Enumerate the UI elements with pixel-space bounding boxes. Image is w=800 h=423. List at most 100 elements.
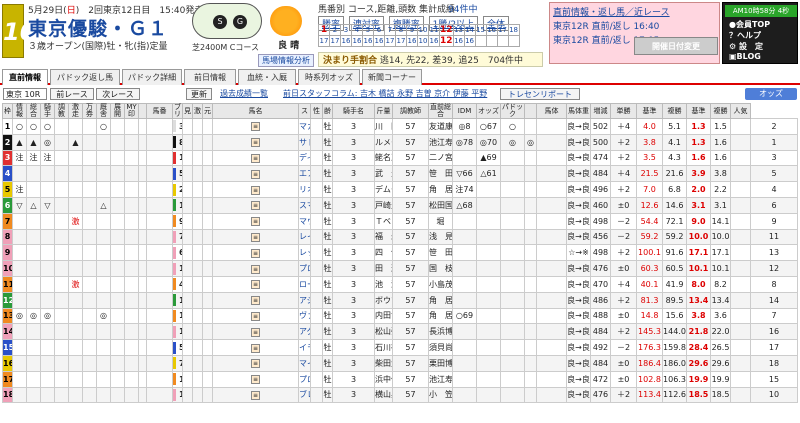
- horse-name[interactable]: レッドエルディスト: [298, 244, 311, 262]
- table-row[interactable]: 5注2≡リオンディーズ牡3デムー57角 居注74良→良496＋27.06.82.…: [2, 181, 798, 198]
- column-header[interactable]: 人気: [730, 103, 751, 119]
- horse-name[interactable]: アジュールローズ: [298, 291, 311, 309]
- horse-name[interactable]: ロードクエスト: [298, 275, 311, 293]
- column-header[interactable]: オッズ: [476, 103, 501, 119]
- moto-cell[interactable]: ≡: [212, 133, 299, 151]
- column-header[interactable]: 激: [192, 103, 203, 119]
- column-header[interactable]: 調教師: [392, 103, 429, 119]
- moto-cell[interactable]: ≡: [212, 212, 299, 230]
- moto-cell[interactable]: ≡: [212, 228, 299, 246]
- column-header[interactable]: 複勝: [710, 103, 731, 119]
- horse-name[interactable]: マウントロブソン: [298, 212, 311, 230]
- column-header[interactable]: 基準: [686, 103, 711, 119]
- refresh-button[interactable]: 更新: [186, 88, 212, 100]
- tab-pedigree[interactable]: 血統・入厩: [238, 69, 296, 85]
- table-row[interactable]: 11激4≡ロードクエスト牡3池 添57小島茂良→良470＋440.141.98.…: [2, 275, 798, 293]
- note-icon[interactable]: ≡: [251, 359, 260, 369]
- moto-cell[interactable]: ≡: [212, 149, 299, 167]
- tab-prev-day[interactable]: 前日情報: [184, 69, 236, 85]
- moto-cell[interactable]: ≡: [212, 244, 299, 262]
- column-header[interactable]: 情報: [12, 103, 27, 119]
- note-icon[interactable]: ≡: [251, 390, 260, 400]
- jockey-name[interactable]: 戸崎圭: [374, 196, 393, 214]
- note-icon[interactable]: ≡: [251, 217, 260, 227]
- tab-paddock-detail[interactable]: パドック詳細: [122, 69, 182, 85]
- jockey-name[interactable]: ルメー: [374, 133, 393, 151]
- jockey-name[interactable]: 内田博: [374, 307, 393, 325]
- column-header[interactable]: 馬体重: [566, 103, 591, 119]
- trainer-name[interactable]: 栗田博: [428, 354, 453, 372]
- column-header[interactable]: 展開: [110, 103, 125, 119]
- column-header[interactable]: 馬体: [536, 103, 567, 119]
- jockey-name[interactable]: 横山典: [374, 386, 393, 404]
- trainer-name[interactable]: 池江寿: [428, 370, 453, 388]
- moto-cell[interactable]: ≡: [212, 291, 299, 309]
- table-row[interactable]: 14 15 ≡ アグネスフォルテ牡3松山弘57長浜博 良→良484＋2145.3144.…: [2, 323, 798, 341]
- jockey-name[interactable]: ボウマ: [374, 291, 393, 309]
- note-icon[interactable]: ≡: [251, 185, 260, 195]
- trainer-name[interactable]: 堀: [428, 212, 453, 230]
- table-row[interactable]: 1○○○○3≡マカヒキ牡3川 田57友道康◎8○67○良→良502＋44.05.…: [2, 118, 798, 135]
- moto-cell[interactable]: ≡: [212, 323, 299, 341]
- table-row[interactable]: 167≡マイネルハニー牡3柴田大57栗田博良→良484±0186.4186.02…: [2, 354, 798, 372]
- horse-name[interactable]: エアスピネル: [298, 165, 311, 183]
- table-row[interactable]: 96≡レッドエルディスト牡3四 位57笹 田☆→※498＋2100.191.61…: [2, 244, 798, 262]
- column-header[interactable]: 元: [202, 103, 213, 119]
- trainer-name[interactable]: 笹 田: [428, 244, 453, 262]
- past-results-link[interactable]: 過去成績一覧: [220, 88, 268, 99]
- horse-name[interactable]: プロディガルサン: [298, 260, 311, 277]
- trainer-name[interactable]: 須貝尚: [428, 339, 453, 356]
- jockey-name[interactable]: 武 豊: [374, 165, 393, 183]
- jockey-name[interactable]: 池 添: [374, 275, 393, 293]
- moto-cell[interactable]: ≡: [212, 307, 299, 325]
- race-select[interactable]: 東京 10R: [3, 88, 47, 100]
- column-header[interactable]: 性: [310, 103, 323, 119]
- horse-name[interactable]: イモータル: [298, 339, 311, 356]
- jockey-name[interactable]: 四 位: [374, 244, 393, 262]
- trainer-name[interactable]: 小島茂: [428, 275, 453, 293]
- trainer-name[interactable]: 国 枝: [428, 260, 453, 277]
- trainer-name[interactable]: 角 居: [428, 307, 453, 325]
- column-header[interactable]: 単勝: [610, 103, 637, 119]
- moto-cell[interactable]: ≡: [212, 354, 299, 372]
- moto-cell[interactable]: ≡: [212, 181, 299, 198]
- member-top-link[interactable]: ●会員TOP: [729, 19, 770, 30]
- staff-column-links[interactable]: 前日スタッフコラム: 吉木 橋詰 永野 吉曽 京介 伊藤 平野: [283, 88, 487, 99]
- column-header[interactable]: [524, 103, 537, 119]
- column-header[interactable]: IDM: [452, 103, 477, 119]
- moto-cell[interactable]: ≡: [212, 260, 299, 277]
- column-header[interactable]: MY印: [124, 103, 139, 119]
- next-race-button[interactable]: 次レース: [96, 88, 140, 100]
- track-analysis-link[interactable]: 馬場情報分析: [258, 54, 314, 67]
- tab-paddock-return[interactable]: パドック返し馬: [50, 69, 120, 85]
- column-header[interactable]: 万券: [82, 103, 97, 119]
- table-row[interactable]: 18 16 ≡ ブレイブスマッシュ牡3横山典57小 笠 良→良476＋2113.4112…: [2, 386, 798, 404]
- horse-name[interactable]: ブレイブスマッシュ: [298, 386, 311, 404]
- table-row[interactable]: 1211≡アジュールローズ牡3ボウマ57角 居良→良486＋281.389.51…: [2, 291, 798, 309]
- column-header[interactable]: 斤量: [374, 103, 393, 119]
- column-header[interactable]: 基準: [636, 103, 663, 119]
- column-header[interactable]: 直前総合: [428, 103, 453, 119]
- trainer-name[interactable]: 池江寿: [428, 133, 453, 151]
- column-header[interactable]: ス: [298, 103, 311, 119]
- note-icon[interactable]: ≡: [251, 169, 260, 179]
- column-header[interactable]: 激走: [68, 103, 83, 119]
- column-header[interactable]: 厩舎: [96, 103, 111, 119]
- horse-name[interactable]: サトノダイヤモンド: [298, 133, 311, 151]
- trainer-name[interactable]: 角 居: [428, 181, 453, 198]
- table-row[interactable]: 3注注注1≡ディーマジェスティ牡3蛯名正57二ノ宮▲69良→良474＋23.54…: [2, 149, 798, 167]
- table-row[interactable]: 7 激 9 ≡ マウントロブソン牡3Ｔベリ57堀 良→良498－254.472.19.01…: [2, 212, 798, 230]
- note-icon[interactable]: ≡: [251, 311, 260, 321]
- note-icon[interactable]: ≡: [251, 138, 260, 148]
- moto-cell[interactable]: ≡: [212, 196, 299, 214]
- trainer-name[interactable]: 笹 田: [428, 165, 453, 183]
- table-row[interactable]: 87≡レインボーライン牡3福 永57浅 見良→良456－259.259.210.…: [2, 228, 798, 246]
- column-header[interactable]: 馬番: [146, 103, 173, 119]
- trainer-name[interactable]: 友道康: [428, 118, 453, 135]
- horse-name[interactable]: ディーマジェスティ: [298, 149, 311, 167]
- table-row[interactable]: 2▲▲◎▲8≡サトノダイヤモンド牡3ルメー57池江寿◎78◎70◎◎良→良500…: [2, 133, 798, 151]
- horse-name[interactable]: リオンディーズ: [298, 181, 311, 198]
- prev-race-button[interactable]: 前レース: [50, 88, 94, 100]
- moto-cell[interactable]: ≡: [212, 386, 299, 404]
- note-icon[interactable]: ≡: [251, 122, 260, 132]
